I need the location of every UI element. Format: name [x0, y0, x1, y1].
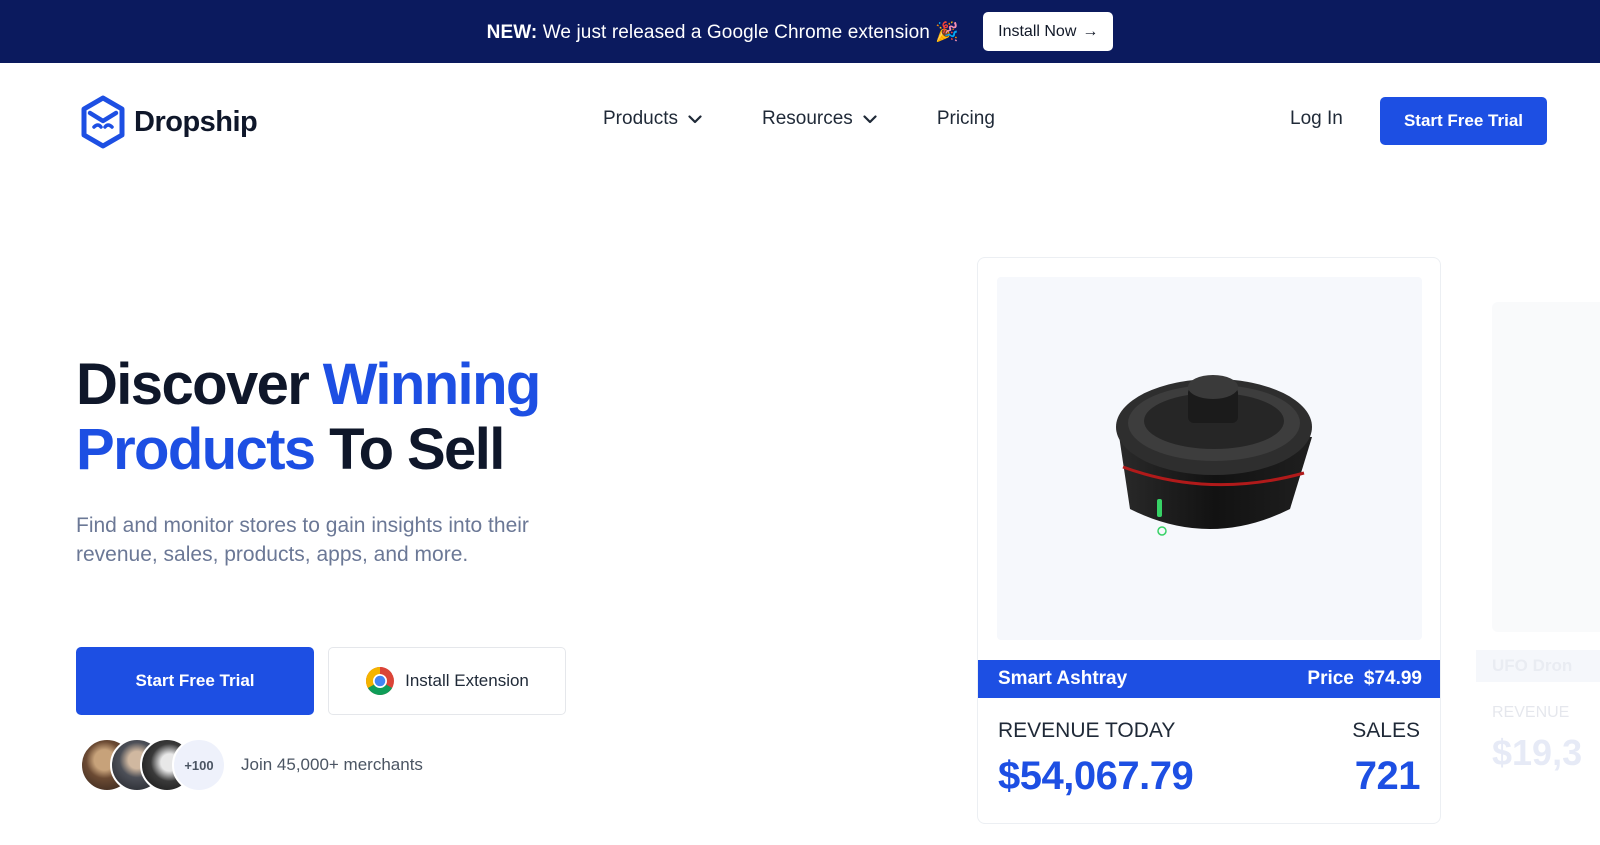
nav-item-label: Pricing [936, 108, 995, 129]
price-label: Price [1307, 668, 1354, 689]
announcement-badge: NEW: [486, 21, 538, 43]
merchants-text: Join 45,000+ merchants [241, 755, 423, 774]
avatar-count-badge: +100 [172, 738, 226, 792]
product-title-bar: Smart Ashtray Price $74.99 [978, 660, 1440, 698]
party-emoji-icon: 🎉 [935, 21, 960, 43]
nav-item-label: Resources [761, 108, 853, 129]
install-now-button[interactable]: Install Now → [983, 12, 1114, 51]
arrow-right-icon: → [1082, 22, 1099, 40]
product-name: Smart Ashtray [998, 668, 1128, 689]
product-image [997, 277, 1422, 640]
chrome-icon [366, 667, 395, 695]
merchant-avatars: +100 [80, 738, 230, 792]
sales-label: SALES [1352, 719, 1420, 742]
product-card-secondary[interactable]: UFO Dron REVENUE $19,3 [1476, 300, 1600, 830]
chevron-down-icon [863, 114, 877, 123]
product-card[interactable]: Smart Ashtray Price $74.99 REVENUE TODAY… [977, 257, 1441, 824]
announcement-text: NEW: We just released a Google Chrome ex… [487, 20, 960, 44]
nav-item-products[interactable]: Products [603, 108, 702, 130]
product-price: Price $74.99 [1307, 668, 1422, 690]
announcement-bar: NEW: We just released a Google Chrome ex… [0, 0, 1600, 63]
hero-title-highlight1: Winning [322, 352, 542, 417]
logo-icon [81, 95, 125, 149]
main-nav: Products Resources Pricing [603, 108, 995, 130]
hero-start-free-trial-button[interactable]: Start Free Trial [76, 647, 314, 715]
revenue-value-secondary: $19,3 [1492, 732, 1583, 773]
logo-text: Dropship [134, 105, 258, 138]
hero-title-part1: Discover [76, 352, 323, 417]
nav-item-label: Products [603, 108, 678, 129]
revenue-label-secondary: REVENUE [1492, 704, 1570, 721]
install-extension-button[interactable]: Install Extension [328, 647, 566, 715]
nav-item-resources[interactable]: Resources [762, 108, 877, 130]
product-image-secondary [1492, 302, 1600, 632]
smart-ashtray-image [1115, 374, 1312, 536]
product-name-secondary: UFO Dron [1476, 650, 1600, 682]
install-now-label: Install Now [998, 22, 1077, 40]
hero-subtitle: Find and monitor stores to gain insights… [76, 514, 529, 566]
hero-title-part2: To Sell [314, 417, 505, 482]
login-link[interactable]: Log In [1290, 108, 1343, 130]
revenue-label: REVENUE TODAY [998, 719, 1176, 742]
install-extension-label: Install Extension [405, 671, 529, 690]
nav-item-pricing[interactable]: Pricing [937, 108, 995, 130]
chevron-down-icon [688, 114, 702, 123]
price-value: $74.99 [1363, 668, 1422, 689]
sales-value: 721 [1354, 754, 1421, 798]
revenue-value: $54,067.79 [998, 754, 1194, 798]
logo[interactable]: Dropship [80, 95, 258, 149]
hero-title-highlight2: Products [76, 417, 316, 482]
header-start-free-trial-button[interactable]: Start Free Trial [1380, 97, 1547, 145]
hero-title: Discover Winning Products To Sell [76, 352, 542, 482]
announcement-message: We just released a Google Chrome extensi… [542, 21, 930, 43]
